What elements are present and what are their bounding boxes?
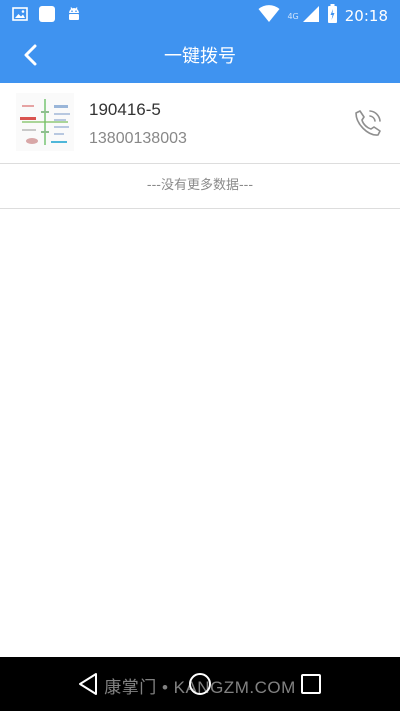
call-button[interactable] — [352, 107, 384, 139]
contact-thumbnail — [16, 93, 74, 151]
page-title: 一键拨号 — [164, 46, 236, 67]
nav-recents-button[interactable] — [298, 671, 324, 697]
back-triangle-icon — [76, 673, 102, 701]
gallery-icon — [12, 6, 28, 26]
recents-square-icon — [298, 674, 324, 701]
app-bar: 一键拨号 — [0, 30, 400, 83]
nav-back-button[interactable] — [76, 671, 102, 697]
back-button[interactable] — [16, 42, 46, 72]
status-right-icons: 4G 20:18 — [258, 4, 388, 28]
home-circle-icon — [187, 673, 213, 701]
signal-icon — [302, 5, 320, 27]
status-bar: 4G 20:18 — [0, 0, 400, 30]
system-nav-bar: 康掌门 • KANGZM.COM — [0, 657, 400, 711]
phone-call-icon — [352, 110, 384, 143]
nav-home-button[interactable] — [187, 671, 213, 697]
wifi-icon — [258, 5, 280, 27]
status-left-icons — [12, 5, 82, 27]
chevron-left-icon — [23, 44, 39, 70]
android-icon — [66, 6, 82, 26]
list-item[interactable]: 190416-5 13800138003 — [0, 83, 400, 164]
contact-name: 190416-5 — [89, 100, 161, 119]
app-icon — [38, 5, 56, 27]
status-time: 20:18 — [344, 7, 388, 25]
list-end-text: ---没有更多数据--- — [0, 164, 400, 209]
network-type-label: 4G — [287, 11, 299, 21]
battery-icon — [327, 4, 338, 28]
contact-phone: 13800138003 — [89, 130, 187, 147]
